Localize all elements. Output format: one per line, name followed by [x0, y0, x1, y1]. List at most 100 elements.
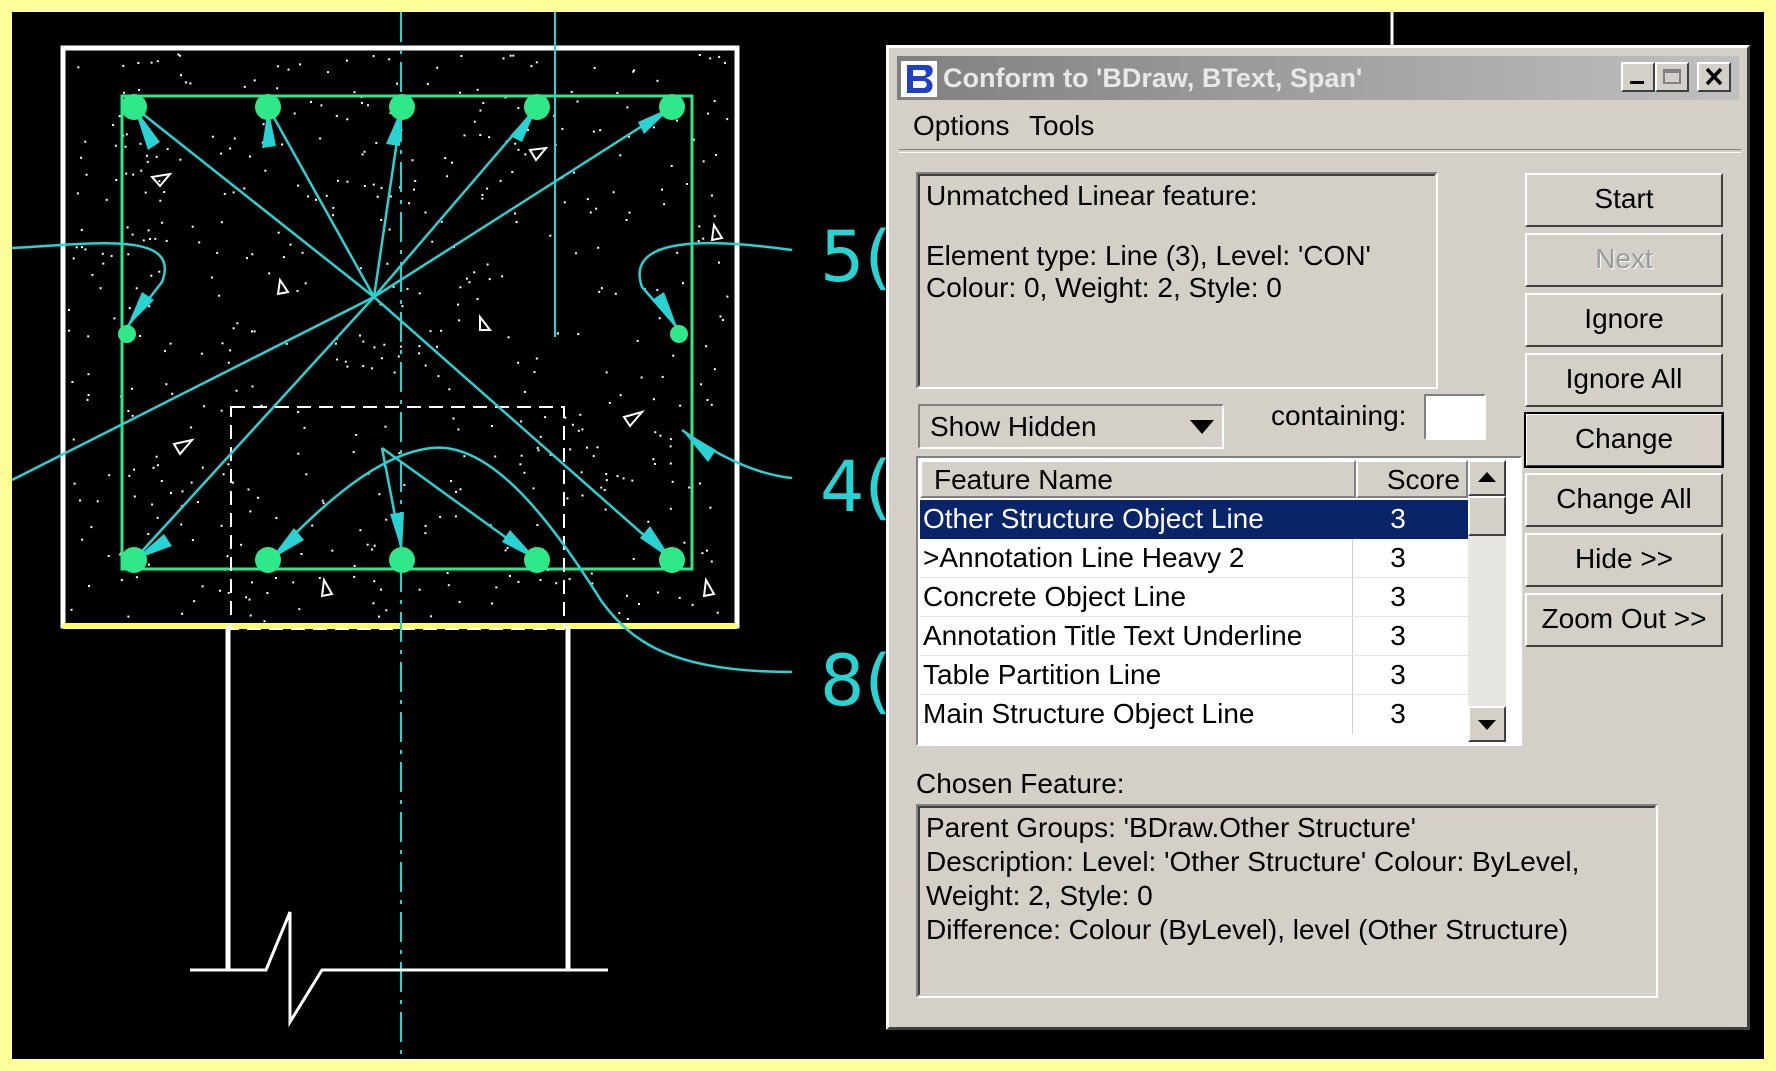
- stipple-dot: [424, 532, 427, 535]
- stipple-dot: [447, 584, 450, 587]
- feature-name: Main Structure Object Line: [923, 698, 1255, 729]
- stipple-dot: [68, 308, 70, 311]
- stipple-dot: [181, 490, 184, 493]
- chevron-down-icon: [1190, 420, 1214, 434]
- stipple-dot: [256, 496, 259, 499]
- stipple-dot: [70, 608, 73, 611]
- stipple-dot: [158, 270, 161, 273]
- menu-tools[interactable]: Tools: [1029, 110, 1094, 142]
- column-divider: [1352, 539, 1353, 578]
- stipple-dot: [408, 202, 411, 205]
- change-all-button[interactable]: Change All: [1525, 473, 1723, 527]
- chosen-parent-groups: Parent Groups: 'BDraw.Other Structure': [926, 812, 1416, 843]
- list-item[interactable]: Table Partition Line 3: [920, 656, 1468, 695]
- close-button[interactable]: [1697, 62, 1731, 92]
- stipple-dot: [352, 451, 355, 454]
- stipple-dot: [726, 295, 729, 298]
- stipple-dot: [189, 82, 192, 85]
- stipple-dot: [685, 183, 688, 185]
- hide-button[interactable]: Hide >>: [1525, 533, 1723, 587]
- stipple-dot: [344, 360, 347, 363]
- stipple-dot: [131, 233, 134, 236]
- stipple-dot: [514, 142, 517, 145]
- stipple-dot: [359, 529, 362, 532]
- stipple-dot: [179, 158, 182, 161]
- title-bar[interactable]: Conform to 'BDraw, BText, Span': [897, 56, 1739, 100]
- stipple-dot: [190, 481, 193, 484]
- scroll-up-button[interactable]: [1468, 460, 1506, 496]
- menu-options[interactable]: Options: [913, 110, 1010, 142]
- stipple-dot: [304, 282, 307, 285]
- change-button[interactable]: Change: [1524, 412, 1724, 468]
- stipple-dot: [671, 480, 674, 483]
- zoom-out-button[interactable]: Zoom Out >>: [1525, 593, 1723, 647]
- stipple-dot: [227, 591, 230, 594]
- list-item[interactable]: Concrete Object Line 3: [920, 578, 1468, 617]
- stipple-dot: [724, 61, 726, 64]
- maximize-button[interactable]: [1655, 62, 1689, 92]
- stipple-dot: [287, 68, 290, 71]
- stipple-dot: [494, 455, 497, 458]
- list-scrollbar[interactable]: [1468, 460, 1506, 742]
- stipple-dot: [561, 127, 564, 130]
- stipple-dot: [218, 294, 221, 297]
- list-item[interactable]: Other Structure Object Line 3: [920, 500, 1468, 539]
- stipple-dot: [481, 193, 484, 196]
- column-header-score[interactable]: Score: [1356, 460, 1468, 498]
- stipple-dot: [91, 273, 94, 276]
- stipple-dot: [411, 159, 414, 162]
- stipple-dot: [722, 319, 724, 321]
- feature-list[interactable]: Feature Name Score Other Structure Objec…: [916, 456, 1522, 746]
- list-item[interactable]: >Annotation Line Heavy 2 3: [920, 539, 1468, 578]
- list-item[interactable]: Main Structure Object Line 3: [920, 695, 1468, 734]
- stipple-dot: [459, 91, 461, 94]
- stipple-dot: [670, 165, 673, 167]
- stipple-dot: [581, 494, 584, 497]
- stipple-dot: [507, 336, 510, 339]
- stipple-dot: [625, 219, 628, 221]
- scroll-thumb[interactable]: [1468, 496, 1506, 536]
- show-hidden-dropdown[interactable]: Show Hidden: [918, 404, 1224, 449]
- stipple-dot: [580, 471, 583, 474]
- stipple-dot: [157, 464, 159, 467]
- stipple-dot: [137, 62, 140, 64]
- menu-separator: [899, 149, 1741, 153]
- stipple-dot: [127, 615, 130, 618]
- minimize-button[interactable]: [1621, 62, 1655, 92]
- stipple-dot: [80, 156, 83, 159]
- dimension-label: 5(: [820, 216, 892, 298]
- stipple-dot: [473, 271, 476, 274]
- stipple-dot: [726, 118, 729, 121]
- dimension-label: 4(: [820, 446, 892, 528]
- next-button[interactable]: Next: [1525, 233, 1723, 287]
- stipple-dot: [133, 468, 136, 471]
- stipple-dot: [488, 136, 491, 139]
- stipple-dot: [452, 417, 455, 420]
- stipple-dot: [201, 466, 204, 469]
- ignore-button[interactable]: Ignore: [1525, 293, 1723, 347]
- stipple-dot: [705, 345, 708, 348]
- stipple-dot: [718, 261, 720, 264]
- ignore-all-button[interactable]: Ignore All: [1525, 353, 1723, 407]
- stipple-dot: [473, 120, 476, 123]
- stipple-dot: [490, 425, 493, 427]
- stipple-dot: [81, 246, 83, 249]
- containing-input[interactable]: [1424, 394, 1486, 440]
- stipple-dot: [612, 191, 615, 194]
- stipple-dot: [372, 183, 375, 186]
- stipple-dot: [135, 576, 138, 579]
- stipple-dot: [372, 602, 375, 605]
- scroll-down-button[interactable]: [1468, 706, 1506, 742]
- start-button[interactable]: Start: [1525, 173, 1723, 227]
- stipple-dot: [654, 431, 657, 434]
- stipple-dot: [406, 287, 409, 290]
- feature-score: 3: [1390, 698, 1406, 729]
- column-header-feature-name[interactable]: Feature Name: [920, 460, 1356, 498]
- stipple-dot: [102, 262, 105, 265]
- stipple-dot: [353, 564, 356, 567]
- stipple-dot: [156, 60, 159, 63]
- list-item[interactable]: Annotation Title Text Underline 3: [920, 617, 1468, 656]
- stipple-dot: [669, 507, 672, 510]
- stipple-dot: [524, 153, 527, 156]
- stipple-dot: [523, 390, 526, 393]
